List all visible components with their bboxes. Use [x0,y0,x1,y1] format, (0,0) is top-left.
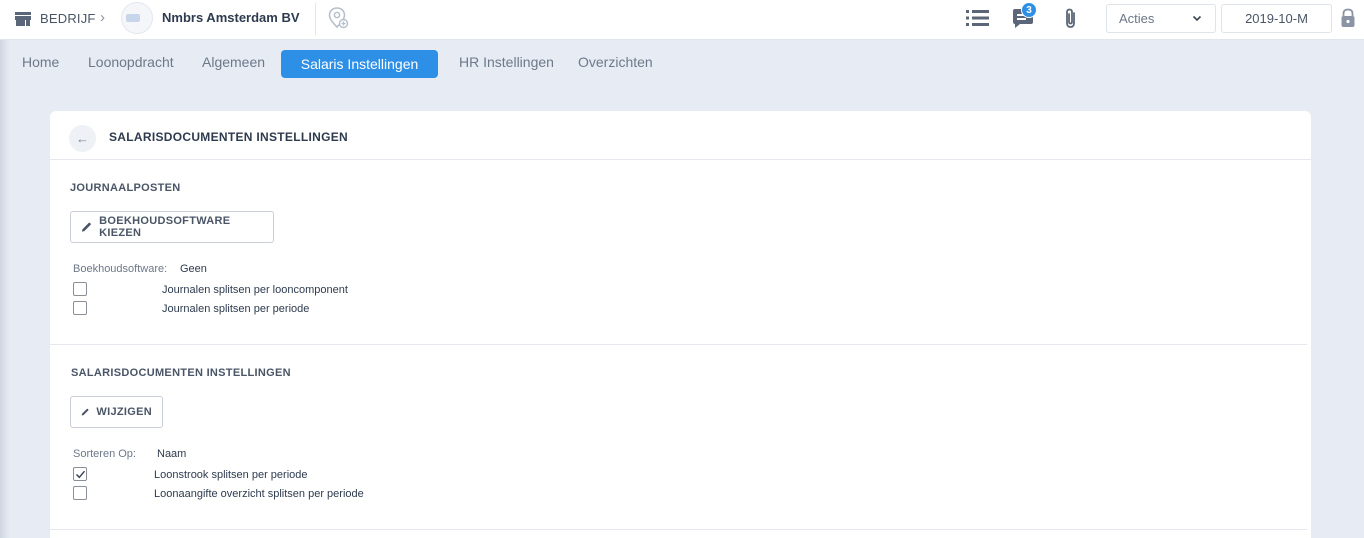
actions-dropdown[interactable]: Acties [1106,4,1216,33]
checkmark-icon [75,470,85,478]
checkbox-label: Loonstrook splitsen per periode [154,469,308,481]
top-bar: BEDRIJF › Nmbrs Amsterdam BV 3 Acties 20… [0,0,1364,40]
back-arrow-icon: ← [76,131,89,146]
lock-icon[interactable] [1339,7,1357,29]
page-title: SALARISDOCUMENTEN INSTELLINGEN [109,130,349,144]
tab-salaris-instellingen[interactable]: Salaris Instellingen [281,50,438,78]
list-icon[interactable] [965,7,991,29]
store-icon[interactable] [14,10,32,28]
edit-button-label: WIJZIGEN [96,406,152,418]
chevron-down-icon [1191,12,1203,24]
tab-overzichten[interactable]: Overzichten [578,48,653,76]
period-selector[interactable]: 2019-10-M [1221,4,1332,33]
breadcrumb-chevron-icon: › [100,9,105,26]
tab-loonopdracht[interactable]: Loonopdracht [88,48,174,76]
section-title-journaalposten: JOURNAALPOSTEN [70,182,181,194]
card-header: ← SALARISDOCUMENTEN INSTELLINGEN [50,111,1311,160]
back-button[interactable]: ← [69,125,96,152]
accounting-software-value: Geen [180,263,207,275]
section-divider [50,344,1307,345]
pencil-icon [81,408,89,416]
checkbox-loonaangifte-split-per-periode[interactable] [73,486,87,500]
pencil-icon [81,222,91,232]
checkbox-split-per-looncomponent[interactable] [73,282,87,296]
sort-by-value: Naam [157,448,187,460]
location-pin-icon[interactable] [327,6,349,30]
tab-hr-instellingen[interactable]: HR Instellingen [459,48,554,76]
choose-accounting-software-label: BOEKHOUDSOFTWARE KIEZEN [99,215,231,239]
company-name[interactable]: Nmbrs Amsterdam BV [162,10,300,25]
checkbox-loonstrook-split-per-periode[interactable] [73,467,87,481]
tab-home[interactable]: Home [22,48,59,76]
breadcrumb-company-type[interactable]: BEDRIJF [40,11,96,26]
tab-algemeen[interactable]: Algemeen [202,48,265,76]
period-value: 2019-10-M [1245,11,1308,26]
topbar-divider [315,3,316,35]
paperclip-icon[interactable] [1061,7,1081,31]
choose-accounting-software-button[interactable]: BOEKHOUDSOFTWARE KIEZEN [70,211,274,243]
edit-button[interactable]: WIJZIGEN [70,396,163,428]
sort-by-label: Sorteren Op: [73,448,136,460]
actions-dropdown-label: Acties [1119,11,1155,26]
notification-badge[interactable]: 3 [1021,2,1037,18]
left-edge-shade [0,40,10,538]
checkbox-split-per-periode[interactable] [73,301,87,315]
company-avatar [121,2,153,34]
checkbox-label: Journalen splitsen per looncomponent [162,284,348,296]
section-title-salarisdocumenten: SALARISDOCUMENTEN INSTELLINGEN [71,367,291,379]
checkbox-label: Loonaangifte overzicht splitsen per peri… [154,488,364,500]
checkbox-label: Journalen splitsen per periode [162,303,310,315]
accounting-software-label: Boekhoudsoftware: [73,263,168,275]
settings-card: ← SALARISDOCUMENTEN INSTELLINGEN JOURNAA… [50,111,1311,538]
section-divider [50,529,1307,530]
